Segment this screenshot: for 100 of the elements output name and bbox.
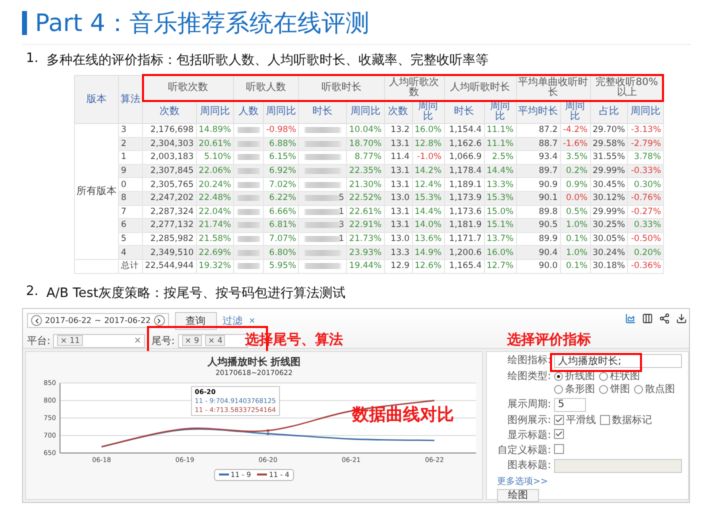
- table-cell: 3.5%: [560, 150, 590, 164]
- table-cell: 13.3%: [484, 178, 516, 192]
- clear-icon[interactable]: ×: [134, 336, 142, 346]
- slide-title: Part 4：音乐推荐系统在线评测: [35, 8, 370, 39]
- table-cell: 12.9: [384, 259, 412, 274]
- filter-link[interactable]: 过滤: [222, 314, 243, 328]
- annotation-text: 数据曲线对比: [352, 404, 454, 426]
- table-cell: 30.45%: [590, 178, 628, 192]
- table-cell: 3.78%: [628, 150, 664, 164]
- table-cell: 4: [118, 246, 142, 260]
- table-cell: 1,165.4: [444, 259, 484, 274]
- table-cell: 5.10%: [196, 150, 234, 164]
- table-cell: -4.2%: [560, 124, 590, 138]
- table-cell: 11.1%: [484, 124, 516, 138]
- more-options-link[interactable]: 更多选项>>: [497, 474, 682, 488]
- table-cell: -0.36%: [628, 259, 664, 274]
- draw-button[interactable]: 绘图: [497, 488, 539, 502]
- section-text: 多种在线的评价指标：包括听歌人数、人均听歌时长、收藏率、完整收听率等: [46, 52, 488, 69]
- table-cell: 2,003,183: [142, 150, 196, 164]
- table-cell: 30.24%: [590, 246, 628, 260]
- table-cell: -3.13%: [628, 124, 664, 138]
- table-cell: 1,154.4: [444, 124, 484, 138]
- list-number: 1.: [26, 51, 38, 68]
- table-cell: 10.04%: [346, 124, 384, 138]
- table-cell: -0.76%: [628, 191, 664, 206]
- table-cell: 1,066.9: [444, 150, 484, 164]
- table-cell: 21.30%: [346, 178, 384, 192]
- table-cell: 16.0%: [412, 124, 444, 138]
- table-cell: 90.5: [516, 218, 560, 232]
- table-cell: 13.1: [384, 218, 412, 232]
- field-label: 显示标题:: [506, 428, 551, 442]
- filter-tag[interactable]: × 4: [205, 335, 226, 346]
- field-label: 图例展示:: [506, 414, 551, 427]
- radio-label: 散点图: [645, 382, 675, 396]
- table-cell: 1,173.9: [444, 191, 484, 206]
- table-cell: 1: [118, 150, 142, 164]
- table-cell: 总计: [118, 259, 142, 274]
- table-cell: 5.95%: [264, 259, 299, 274]
- group-header: 平均单曲收听时长: [516, 76, 590, 100]
- table-cell: 3: [118, 124, 142, 138]
- table-cell: 13.0: [384, 191, 412, 206]
- table-cell: 15.3%: [412, 191, 444, 206]
- group-header: 听歌次数: [142, 76, 234, 100]
- table-cell: 12.4%: [412, 178, 444, 192]
- table-cell: 2,277,132: [142, 218, 196, 232]
- table-cell: 13.3: [384, 246, 412, 260]
- text-field[interactable]: 5: [554, 398, 586, 412]
- table-cell: 21.74%: [196, 218, 234, 232]
- table-cell: -1.0%: [412, 150, 444, 164]
- table-cell: 23.93%: [346, 246, 384, 260]
- field-label: 绘图指标:: [506, 354, 551, 367]
- table-cell: 6.15%: [264, 150, 299, 164]
- table-cell: 22.48%: [196, 191, 234, 206]
- table-cell: 2.5%: [484, 150, 516, 164]
- table-cell: 22,544,944: [142, 259, 196, 274]
- table-cell: 0.33%: [628, 218, 664, 232]
- table-cell: 8.77%: [346, 150, 384, 164]
- table-cell: 14.9%: [412, 246, 444, 260]
- table-cell: 15.1%: [484, 218, 516, 232]
- table-cell: 6.80%: [264, 246, 299, 260]
- chart-title: 人均播放时长 折线图: [207, 356, 301, 369]
- blurred-cell: 1: [298, 205, 347, 219]
- field-label: 展示周期:: [506, 398, 551, 411]
- table-cell: 6: [118, 218, 142, 232]
- close-icon[interactable]: ×: [248, 316, 256, 326]
- field-label: 自定义标题:: [496, 444, 551, 457]
- group-header: 听歌时长: [298, 76, 384, 100]
- table-cell: 2,305,765: [142, 178, 196, 192]
- table-cell: 1.0%: [560, 246, 590, 260]
- filter-tag[interactable]: × 9: [182, 335, 202, 346]
- table-cell: 14.89%: [196, 124, 234, 138]
- tag-input-field[interactable]: × 11 ×: [53, 334, 146, 348]
- filter-tag[interactable]: × 11: [57, 335, 83, 346]
- table-cell: 0.30%: [628, 178, 664, 192]
- date-range-picker[interactable]: 2017-06-22 ~ 2017-06-22: [27, 313, 169, 328]
- table-cell: 11.4: [384, 150, 412, 164]
- field-label: 图表标题:: [506, 458, 551, 472]
- table-cell: 15.3%: [484, 191, 516, 206]
- field-label: 绘图类型:: [506, 370, 551, 383]
- table-cell: 1,200.6: [444, 246, 484, 260]
- table-cell: 19.44%: [346, 259, 384, 274]
- table-cell: 2,176,698: [142, 124, 196, 138]
- section-text: A/B Test灰度策略：按尾号、按号码包进行算法测试: [46, 284, 346, 302]
- table-cell: 22.52%: [346, 191, 384, 206]
- filter-label: 尾号:: [151, 334, 175, 348]
- table-cell: 16.0%: [484, 246, 516, 260]
- table-cell: 22.91%: [346, 218, 384, 232]
- table-cell: 1,181.9: [444, 218, 484, 232]
- date-text: 2017-06-22: [104, 316, 151, 326]
- group-header: 人均听歌时长: [444, 76, 516, 100]
- table-cell: 90.4: [516, 246, 560, 260]
- table-cell: 0.20%: [628, 246, 664, 260]
- table-cell: 0.1%: [560, 259, 590, 274]
- table-cell: 13.1: [384, 178, 412, 192]
- table-cell: 90.0: [516, 259, 560, 274]
- group-header: 完整收听80%以上: [590, 76, 664, 100]
- table-cell: 29.70%: [590, 124, 628, 138]
- annotation-text: 选择评价指标: [507, 330, 591, 349]
- column-header: 算法: [118, 76, 142, 124]
- table-cell: 1,189.1: [444, 178, 484, 192]
